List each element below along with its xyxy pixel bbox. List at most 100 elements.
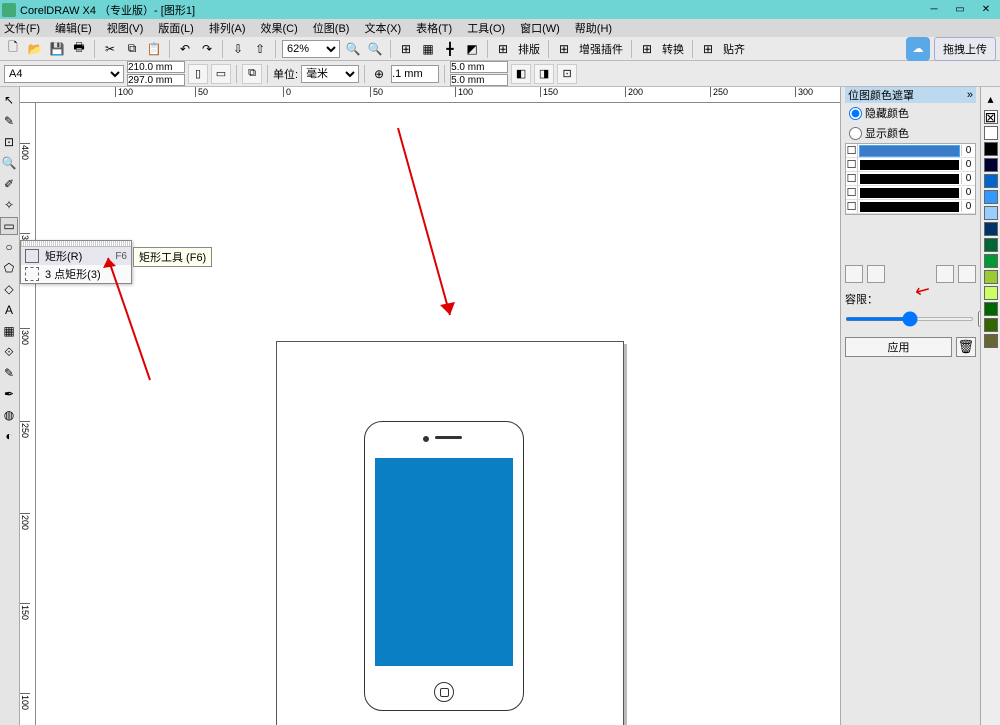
convert-label[interactable]: 转换	[660, 41, 686, 57]
menu-layout[interactable]: 版面(L)	[158, 20, 193, 36]
color-row[interactable]: ☐0	[846, 158, 975, 172]
menu-arrange[interactable]: 排列(A)	[209, 20, 246, 36]
eyedropper-button[interactable]	[845, 265, 863, 283]
layout-icon[interactable]: ⊞	[494, 40, 512, 58]
maximize-button[interactable]: ▭	[948, 2, 972, 18]
print-icon[interactable]: 🖶	[70, 40, 88, 58]
canvas[interactable]	[36, 103, 840, 725]
menu-view[interactable]: 视图(V)	[107, 20, 144, 36]
swatch[interactable]	[984, 302, 998, 316]
freehand-tool-icon[interactable]: ✐	[0, 175, 18, 193]
swatch[interactable]	[984, 270, 998, 284]
radio-hide[interactable]: 隐藏颜色	[845, 103, 976, 123]
palette-up-icon[interactable]: ▴	[982, 90, 1000, 108]
zoomin-icon[interactable]: 🔍	[344, 40, 362, 58]
align-icon[interactable]: ⊞	[699, 40, 717, 58]
color-row[interactable]: ☐0	[846, 144, 975, 158]
outline-tool-icon[interactable]: ✒	[0, 385, 18, 403]
text-tool-icon[interactable]: A	[0, 301, 18, 319]
paste-icon[interactable]: 📋	[145, 40, 163, 58]
menu-effects[interactable]: 效果(C)	[261, 20, 298, 36]
cloud-icon[interactable]: ☁	[906, 37, 930, 61]
page-height-input[interactable]	[127, 74, 185, 86]
landscape-icon[interactable]: ▭	[211, 64, 231, 84]
radio-show[interactable]: 显示颜色	[845, 123, 976, 143]
minimize-button[interactable]: ─	[922, 2, 946, 18]
rectangle-tool-icon[interactable]: ▭	[0, 217, 18, 235]
ellipse-tool-icon[interactable]: ○	[0, 238, 18, 256]
dup-x-input[interactable]	[450, 61, 508, 73]
obj-icon[interactable]: ◩	[463, 40, 481, 58]
swatch[interactable]	[984, 334, 998, 348]
eyedropper-tool-icon[interactable]: ✎	[0, 364, 18, 382]
convert-icon[interactable]: ⊞	[638, 40, 656, 58]
page-width-input[interactable]	[127, 61, 185, 73]
zoom-select[interactable]: 62%	[282, 40, 340, 58]
pick-tool-icon[interactable]: ↖	[0, 91, 18, 109]
swatch[interactable]	[984, 158, 998, 172]
menu-bitmap[interactable]: 位图(B)	[313, 20, 350, 36]
color-row[interactable]: ☐0	[846, 186, 975, 200]
swatch[interactable]	[984, 190, 998, 204]
zoomout-icon[interactable]: 🔍	[366, 40, 384, 58]
close-button[interactable]: ✕	[974, 2, 998, 18]
nudge-input[interactable]	[391, 65, 439, 83]
tolerance-slider[interactable]	[845, 317, 974, 321]
crop-tool-icon[interactable]: ⊡	[0, 133, 18, 151]
blend-tool-icon[interactable]: ⟐	[0, 343, 18, 361]
docker-collapse-icon[interactable]: »	[967, 89, 973, 101]
basic-shapes-icon[interactable]: ◇	[0, 280, 18, 298]
import-icon[interactable]: ⇩	[229, 40, 247, 58]
layout-label[interactable]: 排版	[516, 41, 542, 57]
swatch[interactable]	[984, 126, 998, 140]
swatch[interactable]: ⊠	[984, 110, 998, 124]
grid-icon[interactable]: ▦	[419, 40, 437, 58]
swatch[interactable]	[984, 318, 998, 332]
polygon-tool-icon[interactable]: ⬠	[0, 259, 18, 277]
menu-help[interactable]: 帮助(H)	[575, 20, 612, 36]
save-mask-button[interactable]	[936, 265, 954, 283]
snap-icon[interactable]: ⊞	[397, 40, 415, 58]
fill-tool-icon[interactable]: ◍	[0, 406, 18, 424]
color-row[interactable]: ☐0	[846, 200, 975, 214]
new-icon[interactable]: 🗋	[4, 40, 22, 58]
save-icon[interactable]: 💾	[48, 40, 66, 58]
flyout-rectangle[interactable]: 矩形(R) F6	[21, 247, 131, 265]
delete-button[interactable]: 🗑	[956, 337, 976, 357]
upload-button[interactable]: 拖拽上传	[934, 37, 996, 61]
opt3-icon[interactable]: ⊡	[557, 64, 577, 84]
menu-tools[interactable]: 工具(O)	[467, 20, 505, 36]
swatch[interactable]	[984, 254, 998, 268]
menu-edit[interactable]: 编辑(E)	[55, 20, 92, 36]
opt1-icon[interactable]: ◧	[511, 64, 531, 84]
open-mask-button[interactable]	[958, 265, 976, 283]
align-label[interactable]: 贴齐	[721, 41, 747, 57]
cut-icon[interactable]: ✂	[101, 40, 119, 58]
smart-tool-icon[interactable]: ✧	[0, 196, 18, 214]
opt2-icon[interactable]: ◨	[534, 64, 554, 84]
swatch[interactable]	[984, 142, 998, 156]
shape-tool-icon[interactable]: ✎	[0, 112, 18, 130]
apply-button[interactable]: 应用	[845, 337, 952, 357]
swatch[interactable]	[984, 238, 998, 252]
open-icon[interactable]: 📂	[26, 40, 44, 58]
undo-icon[interactable]: ↶	[176, 40, 194, 58]
menu-file[interactable]: 文件(F)	[4, 20, 40, 36]
interactive-fill-icon[interactable]: ◐	[0, 427, 18, 445]
flyout-3pt-rectangle[interactable]: 3 点矩形(3)	[21, 265, 131, 283]
guide-icon[interactable]: ╋	[441, 40, 459, 58]
zoom-tool-icon[interactable]: 🔍	[0, 154, 18, 172]
paper-select[interactable]: A4	[4, 65, 124, 83]
plugin-label[interactable]: 增强插件	[577, 41, 625, 57]
menu-text[interactable]: 文本(X)	[364, 20, 401, 36]
redo-icon[interactable]: ↷	[198, 40, 216, 58]
swatch[interactable]	[984, 206, 998, 220]
plugin-icon[interactable]: ⊞	[555, 40, 573, 58]
unit-select[interactable]: 毫米	[301, 65, 359, 83]
color-row[interactable]: ☐0	[846, 172, 975, 186]
menu-table[interactable]: 表格(T)	[416, 20, 452, 36]
table-tool-icon[interactable]: ▦	[0, 322, 18, 340]
copy-icon[interactable]: ⧉	[123, 40, 141, 58]
export-icon[interactable]: ⇧	[251, 40, 269, 58]
editcolor-button[interactable]	[867, 265, 885, 283]
